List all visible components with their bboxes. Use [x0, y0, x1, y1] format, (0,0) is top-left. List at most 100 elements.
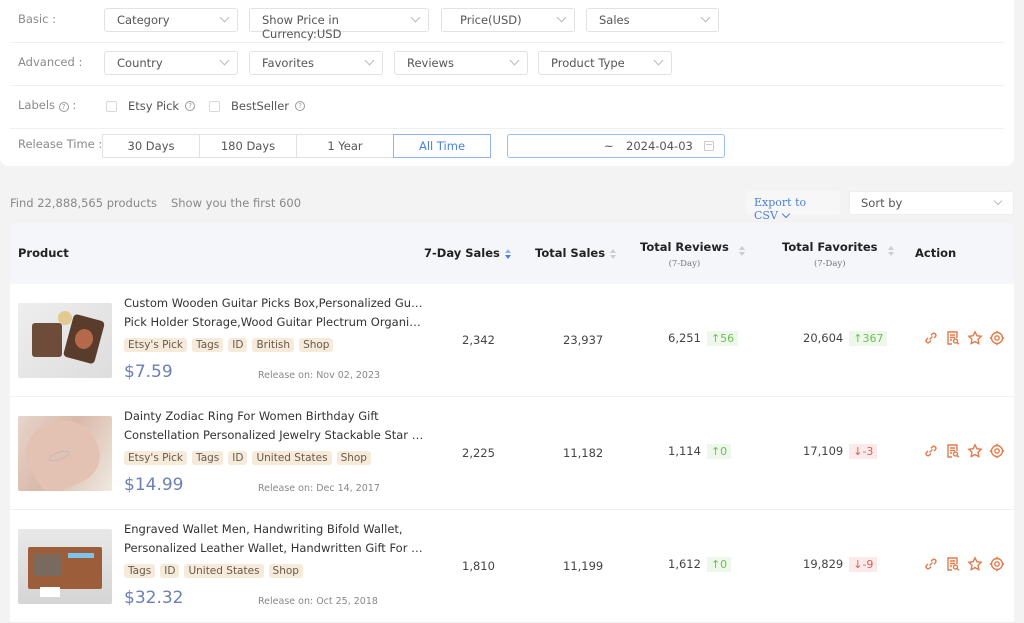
- date-end[interactable]: 2024-04-03: [626, 139, 693, 153]
- labels-label: Labels ? :: [18, 98, 76, 112]
- product-tag[interactable]: Tags: [192, 338, 224, 352]
- table-header: Product 7-Day Sales Total Sales Total Re…: [10, 223, 1014, 284]
- calendar-icon[interactable]: [704, 141, 714, 151]
- sort-icon[interactable]: [610, 248, 617, 259]
- release-180-days[interactable]: 180 Days: [199, 134, 297, 158]
- report-search-icon[interactable]: [945, 330, 961, 346]
- product-tag[interactable]: United States: [252, 451, 332, 465]
- favorites-delta-badge: ↑367: [849, 331, 888, 346]
- product-tag[interactable]: Tags: [124, 564, 156, 578]
- chevron-down-icon: [653, 55, 664, 66]
- chevron-down-icon: [219, 12, 230, 23]
- product-type-select[interactable]: Product Type: [538, 51, 672, 75]
- sort-icon[interactable]: [504, 248, 512, 259]
- currency-select[interactable]: Show Price in Currency:USD: [249, 8, 429, 41]
- star-icon[interactable]: [967, 443, 983, 459]
- help-icon[interactable]: ?: [295, 101, 306, 111]
- star-icon[interactable]: [967, 330, 983, 346]
- report-search-icon[interactable]: [945, 556, 961, 572]
- checkbox-box[interactable]: [209, 100, 220, 112]
- price-select-value: Price(USD): [460, 13, 522, 27]
- product-tag[interactable]: British: [252, 338, 295, 352]
- product-tag[interactable]: Etsy's Pick: [124, 451, 188, 465]
- product-thumbnail[interactable]: [18, 529, 112, 604]
- chevron-down-icon: [509, 55, 520, 66]
- reviews-delta-badge: ↑56: [706, 331, 739, 346]
- col-total-reviews-sub: (7-Day): [668, 259, 701, 269]
- product-price: $14.99: [124, 475, 184, 495]
- product-title[interactable]: Dainty Zodiac Ring For Women Birthday Gi…: [124, 407, 424, 445]
- sort-icon[interactable]: [887, 245, 895, 256]
- product-title-line: Personalized Leather Wallet, Handwritten…: [124, 541, 424, 555]
- release-30-days[interactable]: 30 Days: [102, 134, 200, 158]
- product-title[interactable]: Engraved Wallet Men, Handwriting Bifold …: [124, 520, 424, 558]
- product-tag[interactable]: United States: [184, 564, 264, 578]
- product-price: $7.59: [124, 362, 173, 382]
- col-total-favorites[interactable]: Total Favorites (7-Day): [782, 240, 895, 269]
- target-icon[interactable]: [989, 556, 1005, 572]
- total-reviews: 1,612 ↑0: [668, 557, 732, 572]
- sales-select[interactable]: Sales: [586, 8, 719, 32]
- favorites-value: 17,109: [803, 444, 844, 458]
- bestseller-checkbox[interactable]: BestSeller?: [209, 99, 306, 113]
- product-tag[interactable]: Tags: [192, 451, 224, 465]
- category-select[interactable]: Category: [104, 8, 238, 32]
- product-tag[interactable]: ID: [228, 338, 248, 352]
- page-scrollbar[interactable]: [1014, 223, 1024, 623]
- release-time-label: Release Time :: [18, 137, 103, 151]
- col-7day-sales[interactable]: 7-Day Sales: [424, 246, 512, 260]
- product-tag[interactable]: Etsy's Pick: [124, 338, 188, 352]
- link-icon[interactable]: [923, 330, 939, 346]
- product-thumbnail[interactable]: [18, 303, 112, 378]
- favorites-select[interactable]: Favorites: [249, 51, 383, 75]
- results-summary: Find 22,888,565 products Show you the fir…: [10, 196, 301, 210]
- help-icon[interactable]: ?: [185, 101, 196, 111]
- target-icon[interactable]: [989, 443, 1005, 459]
- country-select-value: Country: [117, 56, 163, 70]
- product-tag[interactable]: Shop: [336, 451, 371, 465]
- country-select[interactable]: Country: [104, 51, 238, 75]
- star-icon[interactable]: [967, 556, 983, 572]
- filter-row-release-time: Release Time : 30 Days 180 Days 1 Year A…: [10, 129, 1004, 172]
- product-title-line: Custom Wooden Guitar Picks Box,Personali…: [124, 296, 424, 310]
- sort-icon[interactable]: [738, 245, 746, 256]
- col-total-reviews-label: Total Reviews: [640, 240, 729, 254]
- bestseller-label: BestSeller: [231, 99, 290, 113]
- labels-label-text: Labels: [18, 98, 56, 112]
- link-icon[interactable]: [923, 556, 939, 572]
- price-select[interactable]: Price(USD): [441, 8, 575, 32]
- col-action: Action: [915, 246, 957, 260]
- product-tag[interactable]: ID: [228, 451, 248, 465]
- reviews-select[interactable]: Reviews: [394, 51, 528, 75]
- product-title-line: Engraved Wallet Men, Handwriting Bifold …: [124, 522, 403, 536]
- etsy-pick-checkbox[interactable]: Etsy Pick?: [106, 99, 196, 113]
- col-product: Product: [18, 246, 69, 260]
- product-title-line: Pick Holder Storage,Wood Guitar Plectrum…: [124, 315, 424, 329]
- link-icon[interactable]: [923, 443, 939, 459]
- product-tag[interactable]: Shop: [268, 564, 303, 578]
- currency-select-value: Show Price in Currency:USD: [262, 13, 342, 41]
- sort-by-select[interactable]: Sort by: [849, 191, 1014, 215]
- row-actions: [923, 330, 1005, 346]
- target-icon[interactable]: [989, 330, 1005, 346]
- checkbox-box[interactable]: [106, 100, 117, 112]
- reviews-value: 6,251: [668, 331, 701, 345]
- product-title[interactable]: Custom Wooden Guitar Picks Box,Personali…: [124, 294, 424, 332]
- release-1-year[interactable]: 1 Year: [296, 134, 394, 158]
- favorites-delta-badge: ↓-3: [849, 444, 878, 459]
- favorites-value: 19,829: [803, 557, 844, 571]
- release-all-time[interactable]: All Time: [393, 134, 491, 158]
- date-range-picker[interactable]: ~ 2024-04-03: [507, 134, 725, 158]
- date-separator: ~: [604, 139, 614, 153]
- col-total-reviews[interactable]: Total Reviews (7-Day): [640, 240, 746, 269]
- release-time-segmented: 30 Days 180 Days 1 Year All Time: [102, 134, 491, 158]
- report-search-icon[interactable]: [945, 443, 961, 459]
- product-tag[interactable]: Shop: [299, 338, 334, 352]
- col-total-sales[interactable]: Total Sales: [535, 246, 617, 260]
- product-tag[interactable]: ID: [160, 564, 180, 578]
- help-icon[interactable]: ?: [58, 102, 69, 112]
- product-thumbnail[interactable]: [18, 416, 112, 491]
- reviews-delta-badge: ↑0: [706, 557, 732, 572]
- labels-label-suffix: :: [72, 98, 77, 112]
- export-csv-button[interactable]: Export to CSV: [746, 191, 840, 222]
